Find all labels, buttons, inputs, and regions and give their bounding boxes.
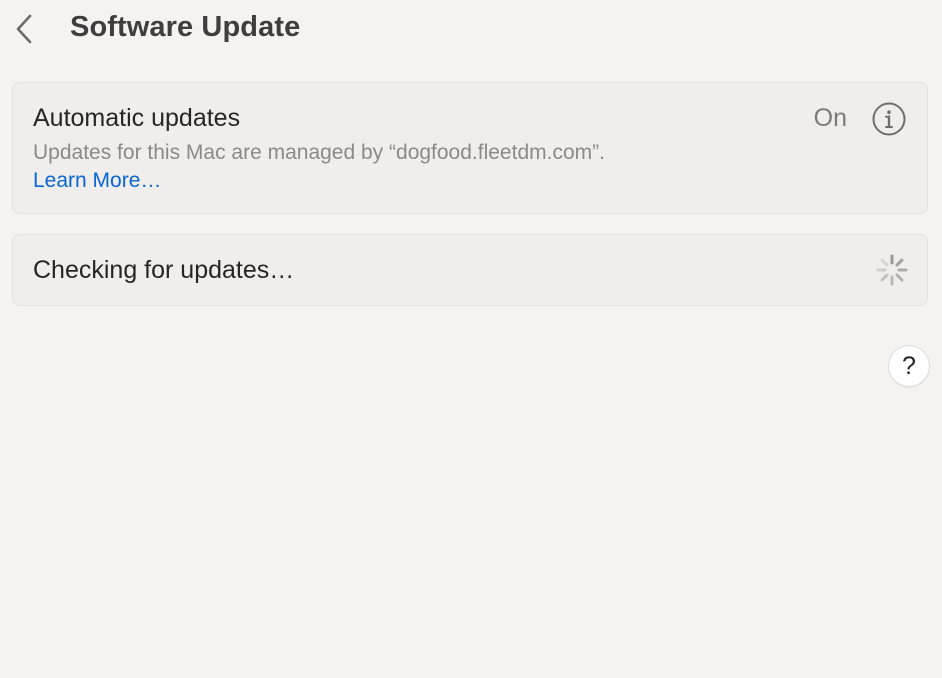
page-title: Software Update — [70, 11, 301, 43]
help-button[interactable]: ? — [889, 346, 929, 386]
learn-more-link[interactable]: Learn More… — [33, 169, 161, 193]
info-button[interactable] — [871, 101, 907, 137]
automatic-updates-status: On — [813, 104, 847, 132]
info-icon — [872, 102, 906, 136]
back-button[interactable] — [8, 10, 40, 48]
automatic-updates-title: Automatic updates — [33, 104, 241, 132]
automatic-updates-card: Automatic updates Updates for this Mac a… — [12, 82, 928, 214]
checking-updates-label: Checking for updates… — [33, 256, 295, 284]
spinner-icon — [876, 254, 908, 286]
check-updates-card: Checking for updates… — [12, 234, 928, 306]
header: Software Update — [0, 0, 942, 60]
chevron-left-icon — [16, 14, 32, 44]
automatic-updates-description: Updates for this Mac are managed by “dog… — [33, 141, 605, 164]
